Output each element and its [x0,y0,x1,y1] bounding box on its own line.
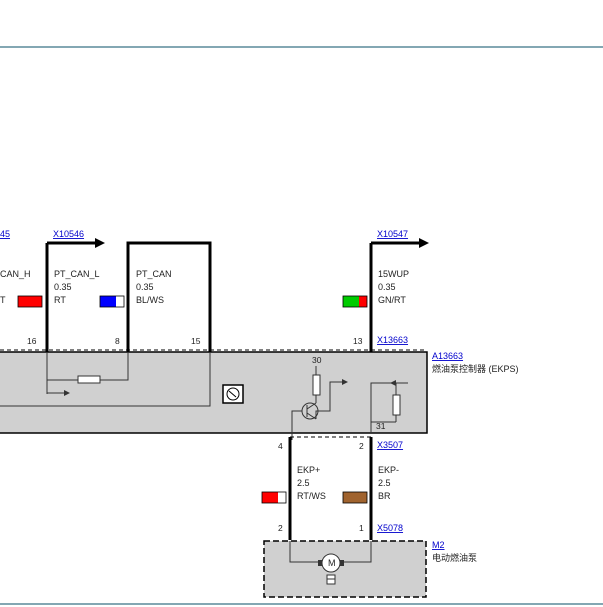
connector-x10547[interactable]: X10547 [377,229,408,239]
pin-4: 4 [278,441,283,451]
wire-color-15wup: GN/RT [378,295,406,305]
wire-name-can-h: CAN_H [0,269,31,279]
wire-color-can-h: T [0,295,6,305]
terminal-label-31: 31 [376,421,386,431]
component-id-m2[interactable]: M2 [432,540,445,550]
wire-name-pt-can-l: PT_CAN_L [54,269,100,279]
svg-text:X5078: X5078 [377,523,403,533]
color-swatch-15wup-b [359,296,367,307]
component-name-m2: 电动燃油泵 [432,552,477,563]
svg-text:X13663: X13663 [377,335,408,345]
wire-name-15wup: 15WUP [378,269,409,279]
pin-15: 15 [191,336,201,346]
motor-icon-glyph: M [328,558,336,568]
shunt-resistor-icon [312,374,321,396]
color-swatch-pt-can-l-a [100,296,116,307]
wire-gauge-pt-can: 0.35 [136,282,154,292]
svg-text:M2: M2 [432,540,445,550]
wire-color-ekp-plus: RT/WS [297,491,326,501]
pin-2-top: 2 [359,441,364,451]
component-m2[interactable] [263,540,427,598]
pin-8: 8 [115,336,120,346]
wire-name-pt-can: PT_CAN [136,269,172,279]
component-name-a13663: 燃油泵控制器 (EKPS) [432,363,519,374]
wire-name-ekp-plus: EKP+ [297,465,320,475]
pin-16: 16 [27,336,37,346]
component-id-a13663[interactable]: A13663 [432,351,463,361]
connector-x10545-partial[interactable]: 45 [0,229,10,239]
motor-shaft-right [340,560,344,566]
color-swatch-ekp-plus-a [262,492,278,503]
ground-resistor-icon [392,394,401,416]
terminal-label-30: 30 [312,355,322,365]
wire-gauge-15wup: 0.35 [378,282,396,292]
connector-x13663[interactable]: X13663 [377,335,408,345]
svg-text:A13663: A13663 [432,351,463,361]
color-swatch-15wup-a [343,296,359,307]
wire-name-ekp-minus: EKP- [378,465,399,475]
pin-13: 13 [353,336,363,346]
svg-text:45: 45 [0,229,10,239]
wire-gauge-ekp-minus: 2.5 [378,478,391,488]
arrow-x10546-head [95,238,105,248]
arrow-x10547-head [419,238,429,248]
connector-x3507[interactable]: X3507 [377,440,403,450]
resistor-icon [77,375,101,384]
wire-gauge-ekp-plus: 2.5 [297,478,310,488]
wire-color-pt-can-l: RT [54,295,66,305]
wiring-diagram: 45 CAN_H T 16 X10546 PT_CAN_L 0.35 RT 8 … [0,46,603,605]
color-swatch-pt-can-l-b [116,296,124,307]
wire-color-pt-can: BL/WS [136,295,164,305]
pin-2-bottom: 2 [278,523,283,533]
color-swatch-can-h [17,295,43,308]
color-swatch-ekp-plus-b [278,492,286,503]
wire-color-ekp-minus: BR [378,491,391,501]
motor-shaft-left [318,560,322,566]
svg-text:X10546: X10546 [53,229,84,239]
color-swatch-ekp-minus [342,491,368,504]
connector-x10546[interactable]: X10546 [53,229,84,239]
pin-1: 1 [359,523,364,533]
svg-text:X10547: X10547 [377,229,408,239]
connector-x5078[interactable]: X5078 [377,523,403,533]
svg-text:X3507: X3507 [377,440,403,450]
wire-gauge-pt-can-l: 0.35 [54,282,72,292]
